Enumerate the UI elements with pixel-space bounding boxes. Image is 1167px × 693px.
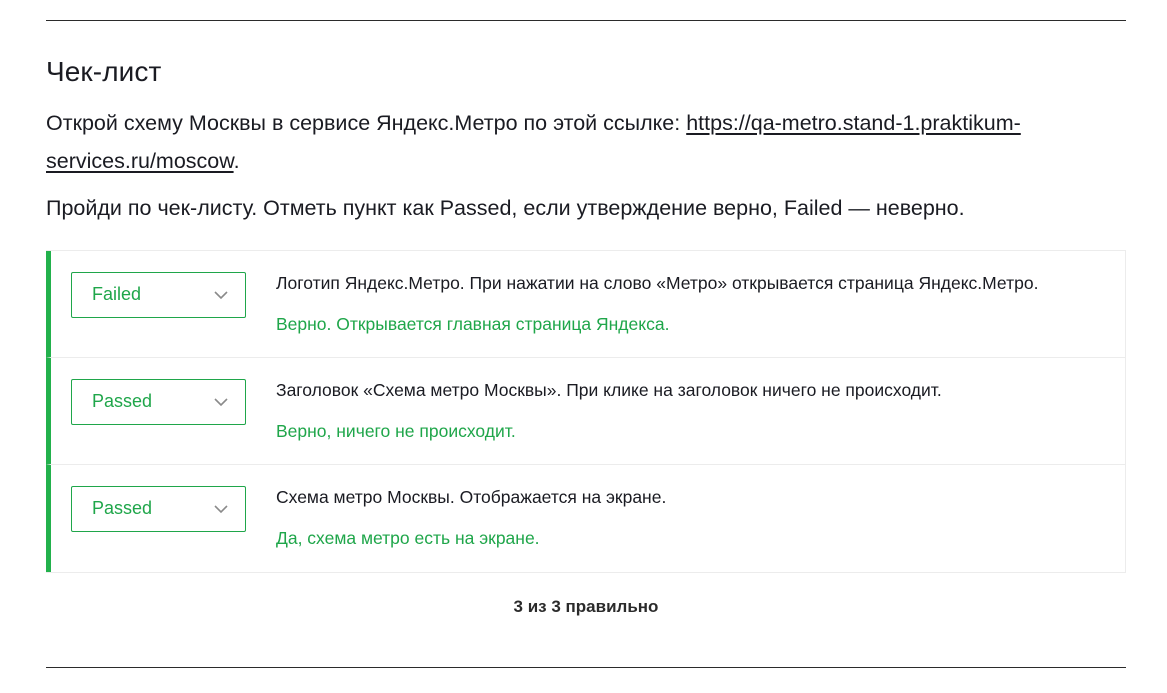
status-select[interactable]: Passed	[71, 379, 246, 425]
checklist: Failed Логотип Яндекс.Метро. При нажатии…	[46, 250, 1126, 573]
status-select[interactable]: Passed	[71, 486, 246, 532]
status-select-value: Passed	[92, 498, 153, 518]
checklist-feedback: Верно. Открывается главная страница Янде…	[276, 314, 670, 334]
checklist-statement: Логотип Яндекс.Метро. При нажатии на сло…	[276, 273, 1039, 293]
checklist-item: Passed Заголовок «Схема метро Москвы». П…	[46, 358, 1125, 465]
intro-text-after: .	[233, 149, 240, 173]
status-select-value: Failed	[92, 284, 142, 304]
instructions-text: Пройди по чек-листу. Отметь пункт как Pa…	[46, 196, 965, 220]
checklist-page: Чек-лист Открой схему Москвы в сервисе Я…	[0, 0, 1167, 693]
intro-text-before: Открой схему Москвы в сервисе Яндекс.Мет…	[46, 111, 687, 135]
chevron-down-icon	[214, 291, 228, 300]
checklist-statement: Схема метро Москвы. Отображается на экра…	[276, 487, 667, 507]
chevron-down-icon	[214, 398, 228, 407]
checklist-item: Passed Схема метро Москвы. Отображается …	[46, 465, 1125, 572]
checklist-statement: Заголовок «Схема метро Москвы». При клик…	[276, 380, 942, 400]
status-select-value: Passed	[92, 391, 153, 411]
chevron-down-icon	[214, 505, 228, 514]
checklist-feedback: Да, схема метро есть на экране.	[276, 528, 540, 548]
intro-text: Открой схему Москвы в сервисе Яндекс.Мет…	[46, 104, 1126, 180]
checklist-item: Failed Логотип Яндекс.Метро. При нажатии…	[46, 251, 1125, 358]
checklist-feedback: Верно, ничего не происходит.	[276, 421, 516, 441]
status-select[interactable]: Failed	[71, 272, 246, 318]
top-divider	[46, 20, 1126, 21]
page-title: Чек-лист	[46, 56, 162, 87]
bottom-divider	[46, 667, 1126, 668]
result-summary: 3 из 3 правильно	[513, 597, 659, 616]
